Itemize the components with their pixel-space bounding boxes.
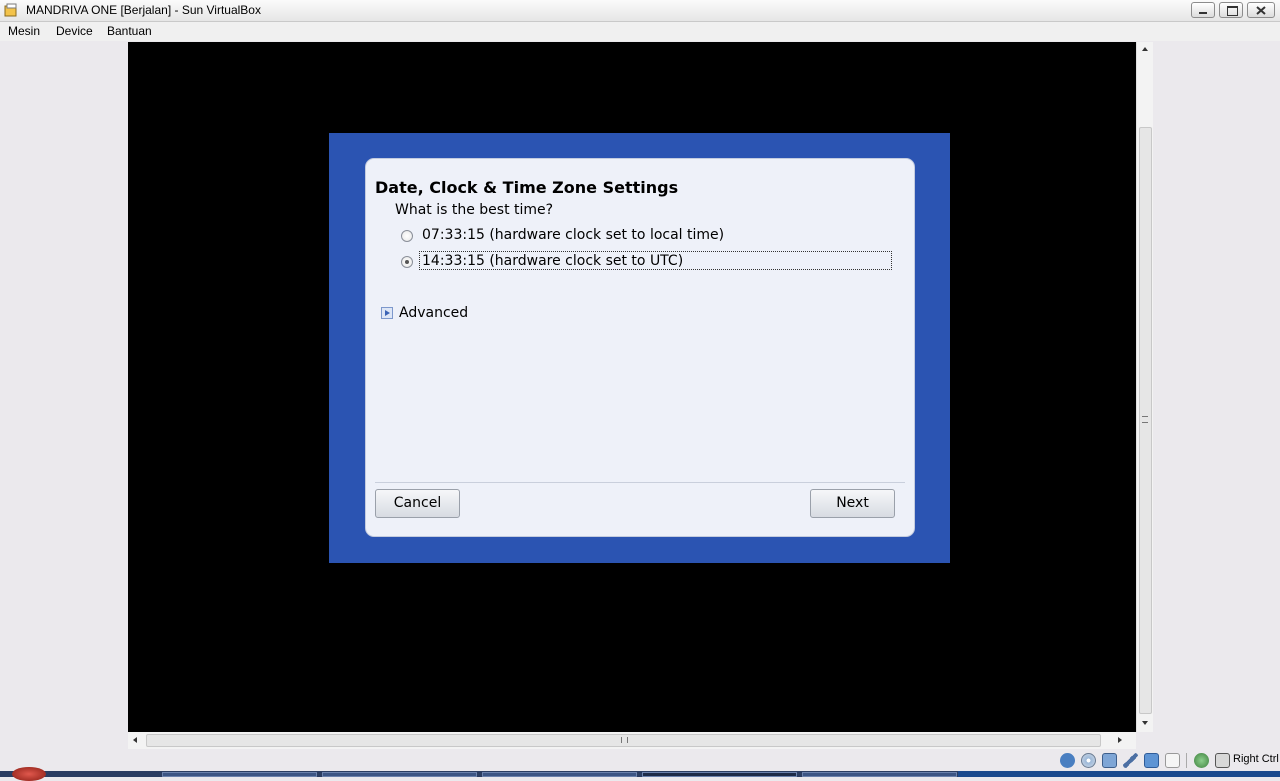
restore-icon bbox=[1227, 6, 1238, 16]
hard-disk-icon[interactable] bbox=[1060, 753, 1075, 768]
close-button[interactable] bbox=[1247, 2, 1275, 18]
network-icon[interactable] bbox=[1102, 753, 1117, 768]
taskbar-button[interactable] bbox=[482, 772, 637, 777]
taskbar-button[interactable] bbox=[162, 772, 317, 777]
horizontal-scroll-thumb[interactable] bbox=[146, 734, 1101, 747]
cancel-button[interactable]: Cancel bbox=[375, 489, 460, 518]
vertical-scrollbar[interactable] bbox=[1136, 42, 1153, 732]
usb-icon[interactable] bbox=[1123, 753, 1138, 768]
vm-display[interactable]: Date, Clock & Time Zone Settings What is… bbox=[128, 42, 1136, 732]
restore-button[interactable] bbox=[1219, 2, 1243, 18]
button-separator bbox=[375, 482, 905, 483]
menu-bantuan[interactable]: Bantuan bbox=[107, 24, 152, 38]
host-key-icon[interactable] bbox=[1215, 753, 1230, 768]
status-separator bbox=[1186, 753, 1187, 768]
grip-icon bbox=[1142, 416, 1148, 423]
status-bar: Right Ctrl bbox=[0, 750, 1280, 772]
radio-local-time-label: 07:33:15 (hardware clock set to local ti… bbox=[422, 227, 725, 243]
menu-device[interactable]: Device bbox=[56, 24, 93, 38]
radio-button-checked[interactable] bbox=[401, 256, 413, 268]
next-button[interactable]: Next bbox=[810, 489, 895, 518]
window-title: MANDRIVA ONE [Berjalan] - Sun VirtualBox bbox=[26, 3, 261, 17]
window-title-bar: MANDRIVA ONE [Berjalan] - Sun VirtualBox bbox=[0, 0, 1280, 22]
expand-arrow-icon bbox=[381, 307, 393, 319]
taskbar-button[interactable] bbox=[322, 772, 477, 777]
grip-icon bbox=[621, 737, 628, 743]
minimize-icon bbox=[1199, 12, 1207, 14]
time-settings-dialog: Date, Clock & Time Zone Settings What is… bbox=[365, 158, 915, 537]
host-key-label: Right Ctrl bbox=[1233, 753, 1279, 765]
menu-mesin[interactable]: Mesin bbox=[8, 24, 40, 38]
display-icon[interactable] bbox=[1165, 753, 1180, 768]
start-orb-icon[interactable] bbox=[12, 767, 46, 781]
horizontal-scrollbar[interactable] bbox=[128, 732, 1136, 749]
dialog-question: What is the best time? bbox=[395, 202, 554, 218]
mouse-integration-icon[interactable] bbox=[1194, 753, 1209, 768]
radio-utc[interactable]: 14:33:15 (hardware clock set to UTC) bbox=[401, 251, 892, 272]
radio-local-time[interactable]: 07:33:15 (hardware clock set to local ti… bbox=[401, 226, 891, 246]
menu-bar: Mesin Device Bantuan bbox=[0, 22, 1280, 41]
radio-button-unchecked[interactable] bbox=[401, 230, 413, 242]
os-taskbar bbox=[0, 767, 1280, 781]
scroll-up-icon[interactable] bbox=[1142, 47, 1148, 51]
close-icon bbox=[1256, 6, 1266, 15]
advanced-label: Advanced bbox=[399, 305, 469, 321]
scroll-down-icon[interactable] bbox=[1142, 721, 1148, 725]
scroll-right-icon[interactable] bbox=[1118, 737, 1122, 743]
taskbar-button-active[interactable] bbox=[642, 772, 797, 777]
radio-utc-label: 14:33:15 (hardware clock set to UTC) bbox=[422, 253, 684, 269]
taskbar-button[interactable] bbox=[802, 772, 957, 777]
dialog-title: Date, Clock & Time Zone Settings bbox=[375, 178, 679, 197]
scroll-left-icon[interactable] bbox=[133, 737, 137, 743]
shared-folder-icon[interactable] bbox=[1144, 753, 1159, 768]
tray-area bbox=[958, 771, 1280, 777]
installer-frame: Date, Clock & Time Zone Settings What is… bbox=[329, 133, 950, 563]
minimize-button[interactable] bbox=[1191, 2, 1215, 18]
cd-icon[interactable] bbox=[1081, 753, 1096, 768]
virtualbox-app-icon bbox=[4, 3, 17, 17]
vertical-scroll-thumb[interactable] bbox=[1139, 127, 1152, 714]
